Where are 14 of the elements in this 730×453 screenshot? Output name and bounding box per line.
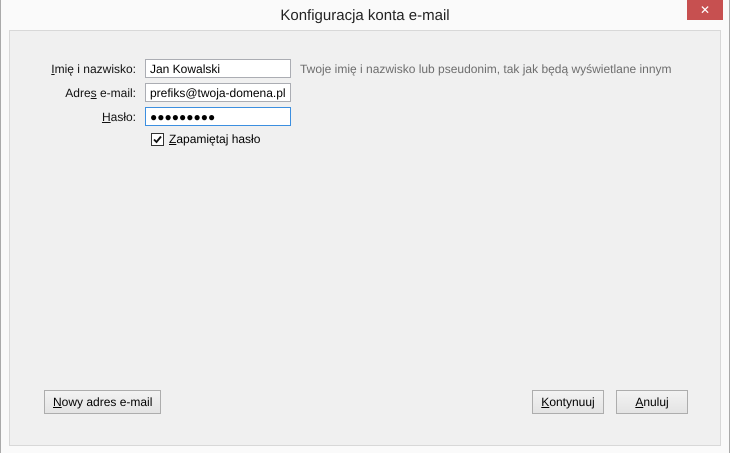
field-label: Adres e-mail:: [64, 86, 136, 100]
field-label: Hasło:: [100, 110, 136, 124]
input-field[interactable]: prefiks@twoja-domena.pl: [145, 83, 291, 102]
checkbox-label: Zapamiętaj hasło: [169, 132, 260, 146]
dialog-button[interactable]: Anuluj: [616, 390, 688, 414]
input-field[interactable]: Jan Kowalski: [145, 59, 291, 78]
checkbox[interactable]: [151, 132, 164, 146]
input-field[interactable]: ●●●●●●●●●: [145, 107, 291, 126]
dialog-button[interactable]: Nowy adres e-mail: [44, 390, 162, 414]
dialog-button[interactable]: Kontynuuj: [532, 390, 604, 414]
field-hint: Twoje imię i nazwisko lub pseudonim, tak jak będą wyświetlane innym: [300, 62, 673, 76]
window-title: Konfiguracja konta e-mail: [280, 6, 450, 24]
field-label: Imię i nazwisko:: [50, 62, 136, 76]
close-button[interactable]: ✕: [687, 0, 723, 20]
